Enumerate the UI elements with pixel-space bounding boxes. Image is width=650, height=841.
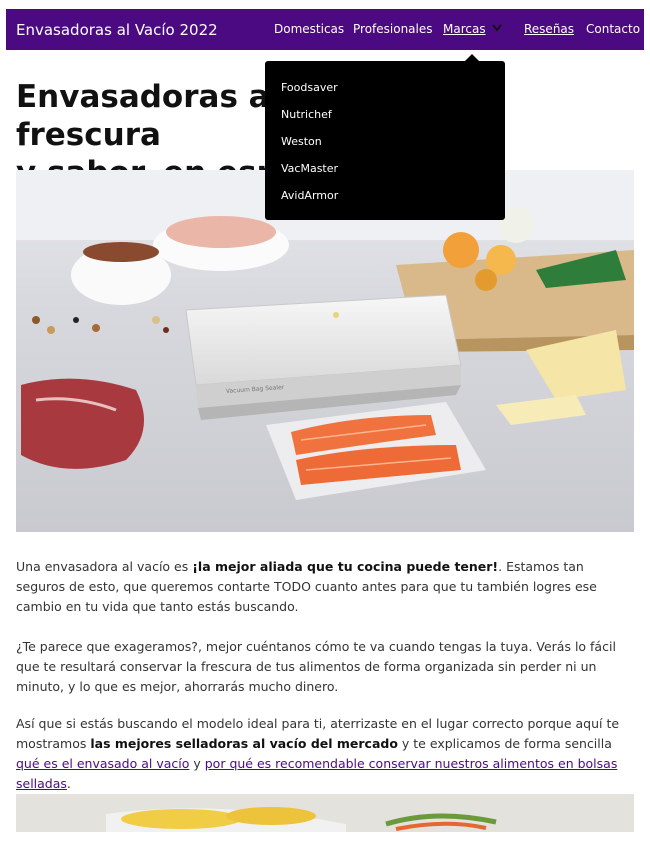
marcas-dropdown-menu: Foodsaver Nutrichef Weston VacMaster Avi… [265,54,505,220]
nav-item-contacto[interactable]: Contacto [586,22,640,36]
paragraph-text: y [189,756,205,771]
nav-item-resenas[interactable]: Reseñas [524,22,574,36]
secondary-image [16,794,634,832]
top-navbar: Envasadoras al Vacío 2022 Domesticas Pro… [6,9,644,50]
nav-item-marcas[interactable]: Marcas [443,22,486,36]
intro-paragraph-2: ¿Te parece que exageramos?, mejor cuénta… [16,639,616,694]
hero-illustration: Vacuum Bag Sealer [16,170,634,532]
dropdown-item-vacmaster[interactable]: VacMaster [281,162,338,175]
paragraph-bold: ¡la mejor aliada que tu cocina puede ten… [192,559,499,574]
nav-item-profesionales[interactable]: Profesionales [353,22,433,36]
paragraph-bold: las mejores selladoras al vacío del merc… [90,736,398,751]
hero-image: Vacuum Bag Sealer [16,170,634,532]
intro-paragraph-3: Así que si estás buscando el modelo idea… [16,714,632,794]
dropdown-item-avidarmor[interactable]: AvidArmor [281,189,338,202]
page-title-part-2: frescura [16,117,161,153]
link-que-es-envasado[interactable]: qué es el envasado al vacío [16,756,189,771]
dropdown-item-nutrichef[interactable]: Nutrichef [281,108,332,121]
secondary-illustration [16,794,634,832]
nav-menu: Domesticas Profesionales Marcas Reseñas … [6,9,644,50]
paragraph-text: Una envasadora al vacío es [16,559,193,574]
dropdown-item-foodsaver[interactable]: Foodsaver [281,81,338,94]
paragraph-text: y te explicamos de forma sencilla [397,736,612,751]
dropdown-item-weston[interactable]: Weston [281,135,322,148]
chevron-down-icon[interactable] [492,21,502,35]
intro-paragraph-1: Una envasadora al vacío es ¡la mejor ali… [16,557,632,617]
nav-item-domesticas[interactable]: Domesticas [274,22,344,36]
paragraph-text: . [66,776,71,791]
